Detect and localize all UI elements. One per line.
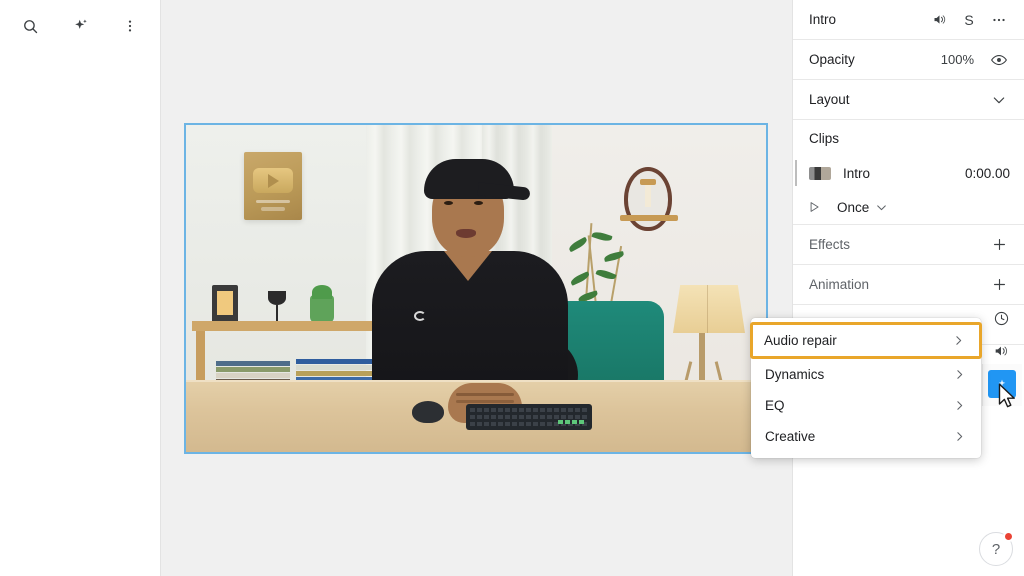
- clip-loop-control[interactable]: Once: [793, 190, 1024, 224]
- eye-icon[interactable]: [988, 51, 1010, 69]
- menu-item-label: Dynamics: [765, 367, 825, 382]
- magic-sparkle-icon[interactable]: [65, 11, 95, 41]
- audio-effects-context-menu: Audio repair Dynamics EQ Creative: [750, 318, 982, 458]
- menu-item-dynamics[interactable]: Dynamics: [752, 359, 980, 390]
- clock-icon[interactable]: [988, 305, 1014, 331]
- solo-button[interactable]: S: [958, 12, 980, 28]
- left-rail-icon-group: [0, 0, 160, 48]
- clips-section-title: Clips: [809, 130, 840, 146]
- menu-item-creative[interactable]: Creative: [752, 421, 980, 452]
- row-effects[interactable]: Effects: [793, 225, 1024, 265]
- menu-item-label: EQ: [765, 398, 785, 413]
- clip-timecode: 0:00.00: [964, 165, 1010, 181]
- opacity-label: Opacity: [809, 52, 855, 67]
- clip-thumbnail: [809, 166, 831, 180]
- chevron-down-icon[interactable]: [988, 92, 1010, 108]
- chevron-right-icon: [953, 430, 966, 443]
- chevron-right-icon: [952, 334, 965, 347]
- play-icon[interactable]: [807, 200, 821, 214]
- mouse-cursor: [998, 383, 1018, 416]
- menu-item-label: Creative: [765, 429, 816, 444]
- person-cap: [424, 159, 514, 199]
- opacity-value[interactable]: 100%: [941, 52, 974, 67]
- clip-selection-indicator: [795, 160, 797, 186]
- plus-icon[interactable]: [988, 276, 1010, 293]
- person-mouth: [456, 229, 476, 238]
- animation-label: Animation: [809, 277, 870, 292]
- panel-header-intro[interactable]: Intro S: [793, 0, 1024, 40]
- row-layout[interactable]: Layout: [793, 80, 1024, 120]
- chevron-right-icon: [953, 399, 966, 412]
- speaker-icon[interactable]: [928, 12, 950, 27]
- clip-item-intro[interactable]: Intro 0:00.00: [793, 156, 1024, 190]
- chevron-down-icon[interactable]: [875, 201, 888, 214]
- help-notification-dot: [1003, 531, 1014, 542]
- gold-play-button-plaque: [244, 152, 302, 220]
- more-vertical-icon[interactable]: [115, 11, 145, 41]
- loop-mode-label: Once: [837, 199, 870, 215]
- search-icon[interactable]: [15, 11, 45, 41]
- volume-icon[interactable]: [988, 338, 1014, 364]
- floor-lamp-stand: [699, 333, 705, 383]
- left-tool-rail: [0, 0, 161, 576]
- editor-canvas[interactable]: [161, 0, 792, 576]
- shirt-logo: [414, 311, 426, 321]
- clip-name: Intro: [843, 165, 871, 181]
- chevron-right-icon: [953, 368, 966, 381]
- person-eye: [474, 201, 483, 205]
- menu-item-audio-repair[interactable]: Audio repair: [750, 322, 982, 359]
- wall-sconce: [624, 167, 672, 231]
- computer-mouse: [412, 401, 444, 423]
- row-animation[interactable]: Animation: [793, 265, 1024, 305]
- properties-panel: Intro S Opacity 100% Layout Clips Intro …: [792, 0, 1024, 576]
- console-table-top: [192, 321, 388, 331]
- decor-lantern: [212, 285, 238, 323]
- floor-lamp-shade: [673, 285, 745, 333]
- wall-sconce-shelf: [620, 215, 678, 221]
- layout-label: Layout: [809, 92, 850, 107]
- decor-wineglass: [268, 291, 286, 323]
- computer-keyboard: [466, 404, 592, 430]
- person-eye: [444, 201, 453, 205]
- row-opacity[interactable]: Opacity 100%: [793, 40, 1024, 80]
- more-horizontal-icon[interactable]: [988, 12, 1010, 28]
- app-root: Intro S Opacity 100% Layout Clips Intro …: [0, 0, 1024, 576]
- decor-potted-plant: [310, 285, 334, 323]
- menu-item-label: Audio repair: [764, 333, 837, 348]
- video-preview-frame[interactable]: [184, 123, 768, 454]
- video-preview-image: [186, 125, 766, 452]
- panel-title: Intro: [809, 12, 837, 27]
- effects-label: Effects: [809, 237, 851, 252]
- plus-icon[interactable]: [988, 236, 1010, 253]
- menu-item-eq[interactable]: EQ: [752, 390, 980, 421]
